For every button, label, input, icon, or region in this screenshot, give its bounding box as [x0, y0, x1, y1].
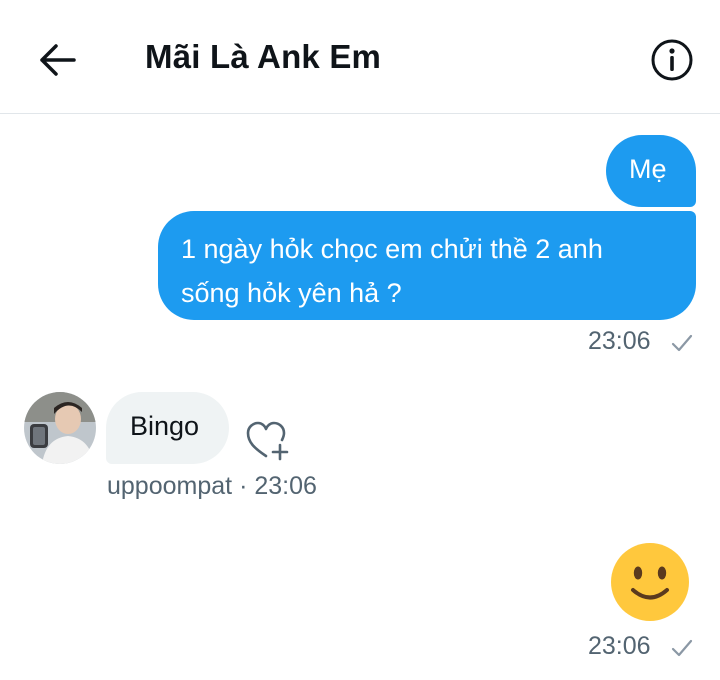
message-text: Bingo: [130, 411, 200, 441]
emoji-message[interactable]: [610, 542, 690, 622]
conversation-header: Mãi Là Ank Em: [0, 0, 720, 114]
incoming-message[interactable]: Bingo: [106, 392, 229, 464]
avatar[interactable]: [24, 392, 96, 464]
conversation-title: Mãi Là Ank Em: [145, 38, 382, 75]
meta-separator: ·: [239, 472, 248, 500]
message-timestamp: 23:06: [588, 632, 651, 660]
arrow-left-icon: [40, 44, 76, 76]
outgoing-message[interactable]: 1 ngày hỏk chọc em chửi thề 2 anh sống h…: [158, 211, 696, 320]
message-sender-meta: uppoompat · 23:06: [107, 472, 317, 501]
avatar-photo-icon: [24, 392, 96, 464]
message-text-line: sống hỏk yên hả ?: [181, 278, 402, 308]
message-text: Mẹ: [629, 154, 667, 184]
back-button[interactable]: [34, 40, 78, 80]
message-timestamp: 23:06: [254, 472, 317, 500]
conversation-info-button[interactable]: [650, 38, 694, 82]
sent-check-icon: [671, 639, 693, 657]
add-reaction-button[interactable]: [244, 418, 294, 462]
heart-plus-icon: [246, 421, 289, 461]
info-circle-icon: [651, 39, 693, 81]
message-text-line: 1 ngày hỏk chọc em chửi thề 2 anh: [181, 234, 603, 264]
slightly-smiling-face-icon: [611, 543, 689, 621]
outgoing-message[interactable]: Mẹ: [606, 135, 696, 207]
message-timestamp: 23:06: [588, 327, 651, 355]
sent-check-icon: [671, 334, 693, 352]
sender-username[interactable]: uppoompat: [107, 472, 232, 500]
